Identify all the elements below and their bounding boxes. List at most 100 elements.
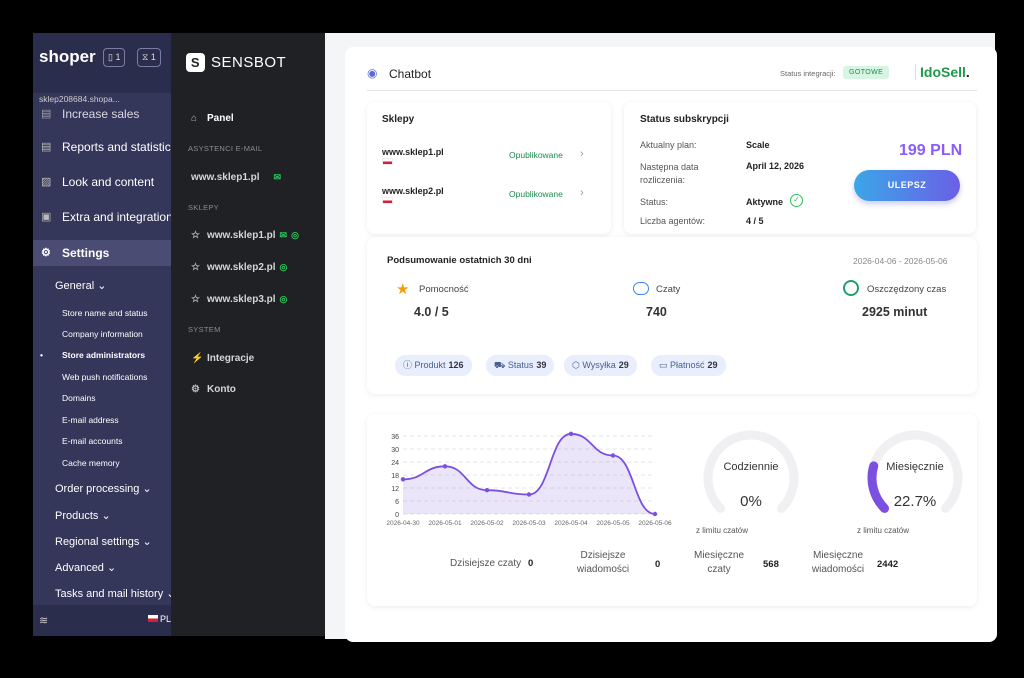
- sub-webpush[interactable]: Web push notifications: [62, 372, 147, 382]
- next-billing-value: April 12, 2026: [746, 161, 805, 171]
- language-switch[interactable]: PL: [148, 614, 171, 624]
- idosell-logo[interactable]: IdoSell.: [920, 64, 970, 80]
- flag-pl-icon: [148, 615, 158, 622]
- sub-cache[interactable]: Cache memory: [62, 458, 120, 468]
- nav-extra[interactable]: ▣ Extra and integrations: [33, 206, 173, 228]
- tag-product[interactable]: ⓘ Produkt 126: [395, 355, 472, 376]
- y-tick-label: 36: [391, 434, 399, 441]
- tasks-badge[interactable]: ⧖ 1: [137, 48, 161, 67]
- series-area: [403, 433, 655, 514]
- orders-badge[interactable]: ▯ 1: [103, 48, 126, 67]
- bot-icon: ◎: [279, 294, 288, 304]
- shop-sklep2[interactable]: ☆ www.sklep2.pl ◎: [191, 262, 287, 273]
- clock-icon: [843, 280, 859, 296]
- data-point: [400, 477, 406, 482]
- shop-sklep3[interactable]: ☆ www.sklep3.pl ◎: [191, 294, 287, 305]
- upgrade-button[interactable]: ULEPSZ: [854, 170, 960, 201]
- sub-domains[interactable]: Domains: [62, 393, 96, 403]
- sensbot-logo[interactable]: S SENSBOT: [186, 53, 286, 72]
- usage-panel: 0 6 12 18 24 30 36 2026-04-30 2026-05-01 2026-05-…: [367, 414, 977, 606]
- month-chats-value: 568: [763, 559, 779, 570]
- nav-reports[interactable]: ▤ Reports and statistics: [33, 136, 173, 158]
- general-group[interactable]: General ⌄: [55, 279, 106, 292]
- y-tick-label: 24: [391, 460, 399, 467]
- nav-integrations[interactable]: ⚡ Integracje: [191, 353, 254, 364]
- gauge-title: Codziennie: [723, 461, 778, 473]
- page-title: Chatbot: [389, 67, 432, 81]
- reports-icon: ▤: [41, 141, 52, 153]
- image-icon: ▨: [41, 176, 52, 188]
- gauges: Codziennie 0% Miesięcznie 22.7%: [703, 430, 963, 513]
- shop-sklep1[interactable]: ☆ www.sklep1.pl ✉ ◎: [191, 230, 299, 241]
- nav-settings[interactable]: ⚙ Settings: [33, 240, 173, 266]
- section-assistants: ASYSTENCI E-MAIL: [188, 144, 263, 153]
- tag-payment[interactable]: ▭ Płatność 29: [651, 355, 726, 376]
- integrations-icon: ▣: [41, 211, 52, 223]
- next-billing-label: Następna data rozliczenia:: [640, 162, 699, 185]
- data-point: [484, 487, 490, 493]
- group-products[interactable]: Products ⌄: [55, 509, 111, 522]
- x-tick-label: 2026-05-03: [512, 520, 546, 527]
- data-point: [610, 453, 616, 458]
- month-msgs-label: Miesięczne wiadomości: [811, 550, 865, 575]
- status-label: Status:: [640, 197, 669, 207]
- layers-icon[interactable]: ≋: [39, 614, 48, 627]
- group-regional[interactable]: Regional settings ⌄: [55, 535, 152, 548]
- nav-look[interactable]: ▨ Look and content: [33, 171, 173, 193]
- x-tick-label: 2026-05-02: [470, 520, 504, 527]
- shop-row[interactable]: www.sklep1.pl Opublikowane ›: [382, 142, 597, 178]
- y-tick-label: 18: [391, 473, 399, 480]
- sub-company[interactable]: Company information: [62, 329, 143, 339]
- group-tasks[interactable]: Tasks and mail history ⌄: [55, 587, 173, 600]
- main-area: ◉ Chatbot Status integracji: GOTOWE IdoS…: [325, 33, 997, 642]
- agents-label: Liczba agentów:: [640, 216, 706, 226]
- sub-store-name[interactable]: Store name and status: [62, 308, 148, 318]
- summary-title: Podsumowanie ostatnich 30 dni: [387, 255, 532, 266]
- agents-value: 4 / 5: [746, 216, 764, 226]
- shoper-footer: ≋ PL: [33, 605, 173, 636]
- chevron-right-icon[interactable]: ›: [580, 187, 584, 199]
- home-icon: ⌂: [191, 113, 198, 124]
- shop-name: www.sklep2.pl: [382, 186, 444, 196]
- shop-row[interactable]: www.sklep2.pl Opublikowane ›: [382, 181, 597, 217]
- helpfulness-value: 4.0 / 5: [414, 305, 449, 319]
- group-advanced[interactable]: Advanced ⌄: [55, 561, 116, 574]
- star-icon: ☆: [191, 294, 200, 305]
- sensbot-logo-icon: S: [186, 53, 205, 72]
- active-dot: •: [40, 350, 43, 360]
- star-icon: ★: [396, 281, 410, 298]
- robot-icon: ◉: [367, 66, 378, 80]
- nav-panel[interactable]: ⌂ Panel: [191, 113, 234, 124]
- integration-status-label: Status integracji:: [780, 69, 836, 78]
- plan-price: 199 PLN: [899, 142, 963, 159]
- info-icon: ⓘ: [403, 360, 415, 370]
- shoper-logo[interactable]: shoper: [39, 47, 96, 66]
- gauge-fill: [867, 461, 890, 513]
- nav-account[interactable]: ⚙ Konto: [191, 384, 236, 395]
- tag-status[interactable]: ⛟ Status 39: [486, 355, 555, 376]
- chats-value: 740: [646, 305, 667, 319]
- group-order[interactable]: Order processing ⌄: [55, 482, 152, 495]
- saved-time-value: 2925 minut: [862, 305, 928, 319]
- sub-email[interactable]: E-mail address: [62, 415, 119, 425]
- monthly-note: z limitu czatów: [857, 526, 910, 535]
- chevron-right-icon[interactable]: ›: [580, 148, 584, 160]
- bot-icon: ◎: [279, 262, 288, 272]
- tag-shipping[interactable]: ⬡ Wysyłka 29: [564, 355, 637, 376]
- card-icon: ▭: [659, 360, 671, 370]
- shop-name: www.sklep1.pl: [382, 147, 444, 157]
- nav-increase-sales[interactable]: ▤ Increase sales: [33, 103, 173, 125]
- y-tick-label: 6: [395, 499, 399, 506]
- section-shops: SKLEPY: [188, 203, 219, 212]
- gauge-title: Miesięcznie: [886, 461, 943, 473]
- assistant-sklep1[interactable]: www.sklep1.pl ✉: [191, 172, 281, 183]
- month-msgs-value: 2442: [877, 559, 899, 570]
- subscription-panel: Status subskrypcji Aktualny plan: Scale …: [624, 102, 976, 234]
- summary-panel: Podsumowanie ostatnich 30 dni 2026-04-06…: [367, 237, 977, 394]
- box-icon: ⬡: [572, 360, 583, 370]
- gear-icon: ⚙: [41, 247, 51, 259]
- sub-email-accounts[interactable]: E-mail accounts: [62, 436, 122, 446]
- x-tick-label: 2026-05-04: [554, 520, 588, 527]
- header-divider: [367, 90, 977, 91]
- sub-admins[interactable]: • Store administrators: [40, 350, 145, 360]
